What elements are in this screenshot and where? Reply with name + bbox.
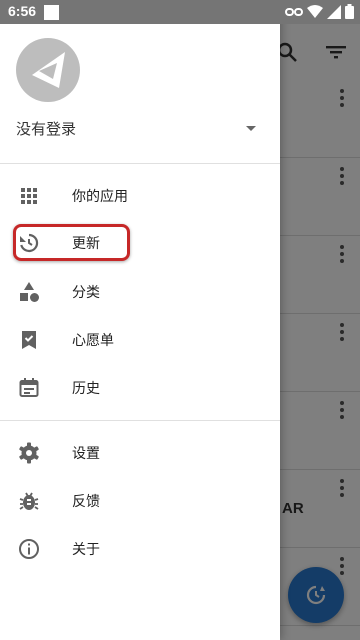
nav-item-label: 历史: [72, 381, 100, 397]
history-icon: [19, 378, 39, 397]
divider: [0, 163, 280, 164]
status-time: 6:56: [8, 3, 37, 19]
account-dropdown-arrow-icon[interactable]: [246, 126, 256, 131]
nav-item-settings[interactable]: 设置: [0, 429, 280, 477]
nav-item-history[interactable]: 历史: [0, 364, 280, 412]
divider: [0, 420, 280, 421]
vpn-key-icon: [285, 7, 303, 16]
status-bar: 6:56: [0, 0, 360, 24]
battery-icon: [345, 4, 354, 19]
highlight-annotation: [13, 224, 130, 261]
nav-item-label: 你的应用: [72, 189, 128, 205]
nav-item-my-apps[interactable]: 你的应用: [0, 172, 280, 220]
wishlist-icon: [22, 331, 36, 349]
about-info-icon: [19, 539, 39, 559]
status-icons: [285, 4, 354, 19]
settings-gear-icon: [19, 442, 39, 464]
nav-item-label: 反馈: [72, 494, 100, 510]
nav-item-label: 关于: [72, 542, 100, 558]
wifi-icon: [307, 4, 323, 18]
app-logo-icon: [32, 52, 65, 88]
apps-grid-icon: [21, 188, 37, 204]
category-icon: [20, 282, 39, 302]
nav-item-label: 设置: [72, 446, 100, 462]
notification-icon: [44, 5, 59, 20]
account-name[interactable]: 没有登录: [16, 118, 76, 139]
nav-item-wishlist[interactable]: 心愿单: [0, 316, 280, 364]
app-logo-avatar[interactable]: [16, 38, 80, 102]
signal-icon: [327, 4, 341, 19]
nav-item-label: 分类: [72, 285, 100, 301]
nav-item-label: 心愿单: [72, 333, 114, 349]
nav-item-categories[interactable]: 分类: [0, 268, 280, 316]
nav-item-feedback[interactable]: 反馈: [0, 477, 280, 525]
feedback-bug-icon: [19, 492, 39, 510]
nav-item-about[interactable]: 关于: [0, 525, 280, 573]
navigation-drawer: 没有登录 你的应用 更新 分类 心愿单 历史 设置 反馈 关于: [0, 0, 280, 640]
